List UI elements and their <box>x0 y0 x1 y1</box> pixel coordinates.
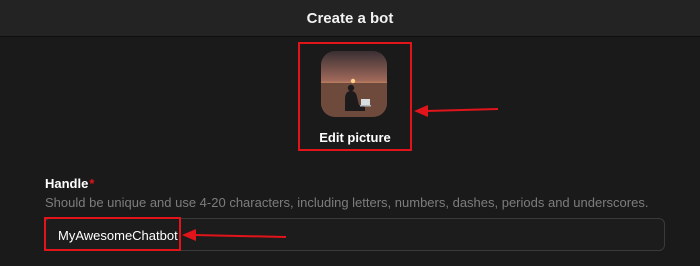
dialog-header: Create a bot <box>0 0 700 37</box>
required-mark: * <box>89 176 95 191</box>
input-annotation-arrow <box>182 229 287 241</box>
avatar-annotation-arrow <box>414 105 499 117</box>
input-annotation-box <box>44 217 181 251</box>
handle-hint: Should be unique and use 4-20 characters… <box>45 195 649 210</box>
page-title: Create a bot <box>306 9 394 27</box>
handle-label: Handle* <box>45 176 95 191</box>
edit-picture-link[interactable]: Edit picture <box>298 130 412 145</box>
